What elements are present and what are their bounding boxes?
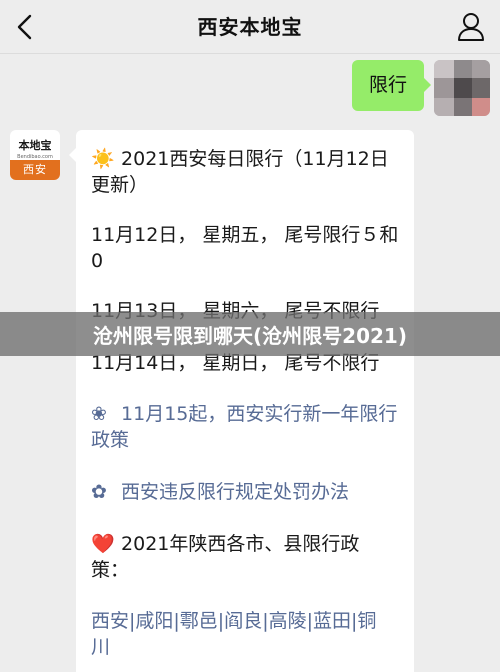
penalty-link[interactable]: ✿ 西安违反限行规定处罚办法 bbox=[91, 479, 349, 505]
flower-outline-icon: ✿ bbox=[91, 481, 107, 503]
bot-avatar[interactable]: 本地宝 Bendibao.com 西安 bbox=[10, 130, 60, 180]
person-icon bbox=[458, 13, 484, 41]
heart-icon: ❤️ bbox=[91, 533, 115, 555]
heading-line-2: 更新） bbox=[91, 174, 149, 196]
logo-city: 西安 bbox=[10, 160, 60, 180]
chat-title: 西安本地宝 bbox=[197, 15, 303, 39]
top-bar: 西安本地宝 bbox=[0, 0, 500, 54]
my-message-bubble[interactable]: 限行 bbox=[351, 60, 432, 111]
city-links-line-1[interactable]: 西安|咸阳|鄠邑|阎良|高陵|蓝田|铜 bbox=[91, 608, 376, 634]
policy-line-1: ❤️ 2021年陕西各市、县限行政 bbox=[91, 533, 360, 555]
day1-line-1: 11月12日， 星期五， 尾号限行５和 bbox=[91, 224, 399, 246]
sun-icon: ☀️ bbox=[91, 148, 115, 170]
heading-line-1: ☀️ 2021西安每日限行（11月12日 bbox=[91, 148, 389, 170]
banner-text: 沧州限号限到哪天(沧州限号2021) bbox=[93, 324, 407, 348]
title-banner: 沧州限号限到哪天(沧州限号2021) bbox=[0, 312, 500, 356]
my-message-row: 限行 bbox=[70, 60, 490, 116]
policy-line-2: 策： bbox=[91, 559, 130, 581]
new-policy-link[interactable]: ❀ 11月15起，西安实行新一年限行 bbox=[91, 401, 397, 427]
new-policy-link-line-2[interactable]: 政策 bbox=[91, 427, 129, 453]
day1-line-2: 0 bbox=[91, 250, 104, 272]
my-avatar[interactable] bbox=[434, 60, 490, 116]
flower-icon: ❀ bbox=[91, 403, 107, 425]
city-links-line-2[interactable]: 川 bbox=[91, 634, 110, 660]
profile-button[interactable] bbox=[456, 11, 486, 43]
